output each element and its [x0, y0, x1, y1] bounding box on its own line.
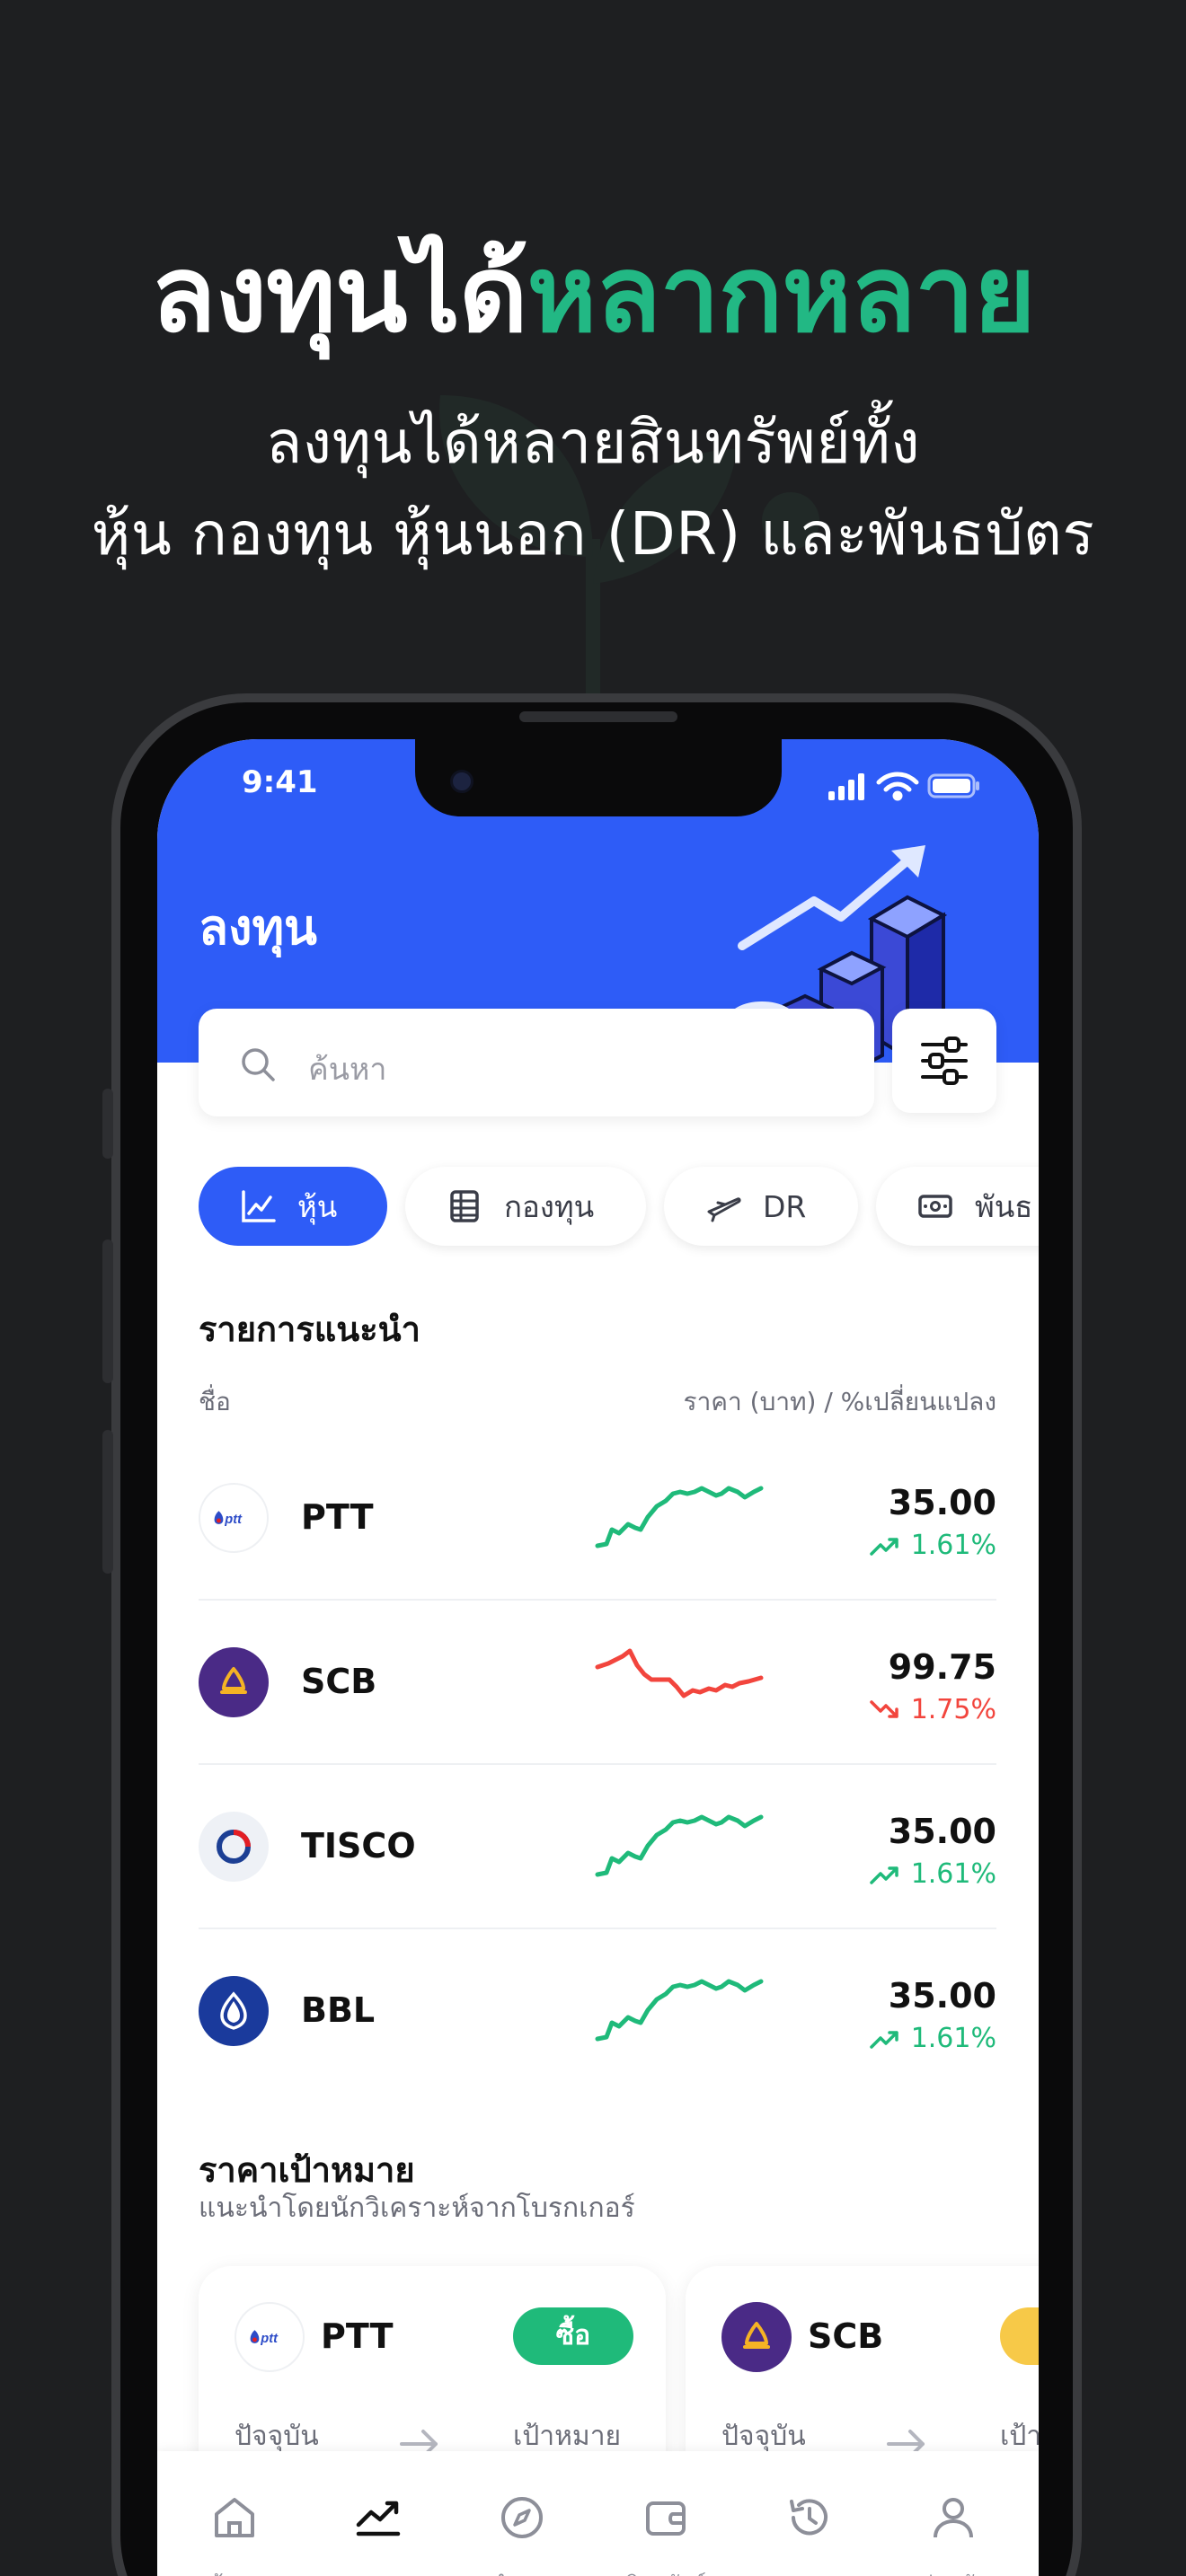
svg-text:ptt: ptt: [260, 2332, 279, 2346]
banknote-icon: [918, 1195, 952, 1218]
wallet-icon: [646, 2501, 686, 2536]
tab-invest-label: ลงทุน: [306, 2566, 450, 2576]
column-header-name: ชื่อ: [199, 1387, 231, 1416]
ledger-icon: [450, 1190, 479, 1222]
ptt-logo: ptt: [199, 1483, 269, 1553]
history-icon: [790, 2499, 828, 2536]
chip-fund-label: กองทุน: [504, 1188, 595, 1224]
sliders-icon: [921, 1037, 968, 1085]
search-placeholder: ค้นหา: [308, 1052, 387, 1088]
tisco-logo: [199, 1812, 269, 1882]
bottom-tab-bar: หน้าแรก ลงทุน สำรวจ สินทรัพย์ รายการ ส่ว…: [157, 2451, 1039, 2576]
chip-fund[interactable]: กองทุน: [405, 1167, 646, 1246]
stock-symbol: SCB: [301, 1662, 377, 1701]
status-time: 9:41: [242, 764, 318, 800]
buy-badge: ซื้อ: [513, 2307, 633, 2365]
promo-title-main: ลงทุนได้: [151, 232, 527, 356]
tab-assets-label: สินทรัพย์: [594, 2566, 738, 2576]
phone-speaker-grille: [519, 711, 677, 722]
tab-explore[interactable]: สำรวจ: [450, 2451, 594, 2576]
app-screen: 9:41 ลงทุน ค้นหา หุ้น กองทุน DR พันธ ราย…: [157, 739, 1039, 2576]
stock-change-value: 1.61%: [910, 1530, 996, 1561]
phone-silent-switch: [102, 1089, 113, 1159]
stock-price: 35.00: [888, 1976, 996, 2016]
stock-change-value: 1.75%: [910, 1694, 996, 1725]
stock-row-scb[interactable]: SCB 99.75 1.75%: [199, 1601, 996, 1765]
ptt-logo: ptt: [235, 2302, 305, 2372]
chip-stock[interactable]: หุ้น: [199, 1167, 387, 1246]
stock-symbol: TISCO: [301, 1826, 416, 1866]
wifi-icon: [876, 772, 919, 801]
trend-down-icon: [869, 1699, 898, 1718]
chip-dr[interactable]: DR: [664, 1167, 858, 1246]
chip-dr-label: DR: [763, 1188, 807, 1224]
tab-home-label: หน้าแรก: [163, 2566, 306, 2576]
trend-up-icon: [869, 2030, 898, 2049]
stock-row-bbl[interactable]: BBL 35.00 1.61%: [199, 1929, 996, 2094]
trend-up-icon: [869, 1537, 898, 1556]
tab-invest[interactable]: ลงทุน: [306, 2451, 450, 2576]
trend-icon: [356, 2501, 401, 2536]
target-price-subtitle: แนะนำโดยนักวิเคราะห์จากโบรกเกอร์: [199, 2192, 635, 2224]
stock-symbol: PTT: [301, 1497, 374, 1537]
front-camera: [450, 770, 474, 793]
tab-history[interactable]: รายการ: [738, 2451, 881, 2576]
stock-change: 1.61%: [869, 2023, 996, 2054]
stock-row-ptt[interactable]: ptt PTT 35.00 1.61%: [199, 1436, 996, 1601]
stock-price: 99.75: [888, 1647, 996, 1687]
stock-price: 35.00: [888, 1812, 996, 1851]
user-icon: [934, 2498, 973, 2538]
promo-title-accent: หลากหลาย: [527, 232, 1036, 356]
tab-home[interactable]: หน้าแรก: [163, 2451, 306, 2576]
chart-line-icon: [242, 1190, 276, 1222]
tab-explore-label: สำรวจ: [450, 2566, 594, 2576]
home-icon: [215, 2498, 254, 2537]
sparkline: [595, 1814, 764, 1877]
phone-volume-down: [102, 1430, 113, 1574]
stock-change: 1.75%: [869, 1694, 996, 1725]
asset-type-tabs: หุ้น กองทุน DR พันธ: [199, 1167, 1039, 1246]
scb-logo: [721, 2302, 792, 2372]
svg-text:ptt: ptt: [224, 1513, 243, 1527]
chip-bond[interactable]: พันธ: [876, 1167, 1039, 1246]
promo-title: ลงทุนได้หลากหลาย: [0, 208, 1186, 377]
search-input[interactable]: ค้นหา: [199, 1009, 874, 1116]
compass-icon: [501, 2497, 543, 2538]
stock-change-value: 1.61%: [910, 1858, 996, 1890]
tab-profile[interactable]: ส่วนตัว: [881, 2451, 1025, 2576]
promo-subtitle-line1: ลงทุนได้หลายสินทรัพย์ทั้ง: [265, 408, 921, 477]
bbl-logo: [199, 1976, 269, 2046]
stock-symbol: BBL: [301, 1990, 376, 2030]
recommended-title: รายการแนะนำ: [199, 1310, 420, 1349]
stock-change-value: 1.61%: [910, 2023, 996, 2054]
sparkline: [595, 1486, 764, 1548]
tab-assets[interactable]: สินทรัพย์: [594, 2451, 738, 2576]
filter-button[interactable]: [892, 1009, 996, 1113]
target-card-symbol: PTT: [321, 2316, 394, 2356]
search-icon: [242, 1048, 275, 1081]
tab-history-label: รายการ: [738, 2566, 881, 2576]
signal-icon: [828, 773, 864, 800]
stock-change: 1.61%: [869, 1530, 996, 1561]
stock-change: 1.61%: [869, 1858, 996, 1890]
page-title: ลงทุน: [199, 899, 317, 956]
promo-subtitle-line2: หุ้น กองทุน หุ้นนอก (DR) และพันธบัตร: [91, 499, 1095, 569]
sparkline: [595, 1979, 764, 2042]
trend-up-icon: [869, 1866, 898, 1884]
target-card-symbol: SCB: [808, 2316, 884, 2356]
stock-price: 35.00: [888, 1483, 996, 1522]
battery-icon: [927, 773, 979, 798]
column-header-price: ราคา (บาท) / %เปลี่ยนแปลง: [683, 1387, 996, 1416]
hold-badge: [1000, 2307, 1039, 2365]
stock-row-tisco[interactable]: TISCO 35.00 1.61%: [199, 1765, 996, 1929]
phone-volume-up: [102, 1239, 113, 1383]
status-icons: [828, 772, 979, 801]
sparkline: [595, 1648, 764, 1698]
chip-stock-label: หุ้น: [297, 1188, 338, 1224]
plane-icon: [707, 1197, 741, 1222]
scb-logo: [199, 1647, 269, 1717]
tab-profile-label: ส่วนตัว: [881, 2566, 1025, 2576]
chip-bond-label: พันธ: [975, 1188, 1033, 1224]
